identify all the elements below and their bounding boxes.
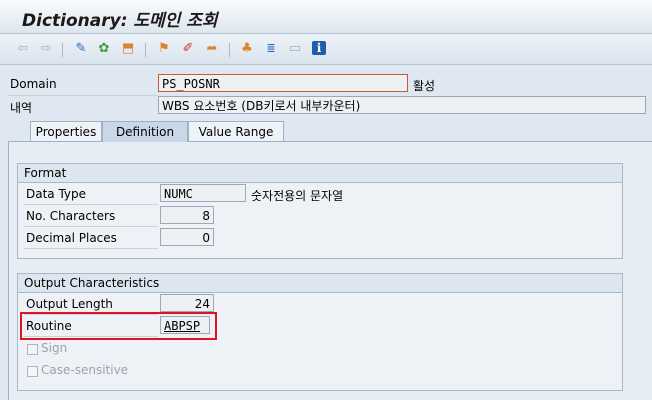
- row-divider: [24, 204, 158, 205]
- application-toolbar: ⇦ ⇨ ✎ ✿ ⬒ ⚑ ✐ ➦ ♣ ≣ ▭ i: [0, 34, 652, 65]
- hierarchy-icon[interactable]: ♣: [239, 41, 255, 57]
- sign-checkbox[interactable]: [27, 344, 38, 355]
- data-type-label: Data Type: [26, 187, 87, 201]
- case-sensitive-checkbox[interactable]: [27, 366, 38, 377]
- output-length-label: Output Length: [26, 297, 113, 311]
- object-list-icon[interactable]: ✐: [180, 41, 196, 57]
- toolbar-separator: [145, 43, 146, 57]
- no-characters-field[interactable]: 8: [160, 206, 214, 224]
- format-group-heading: Format: [18, 164, 622, 183]
- forward-arrow-icon[interactable]: ⇨: [38, 41, 54, 57]
- domain-label: Domain: [10, 77, 57, 91]
- no-characters-label: No. Characters: [26, 209, 116, 223]
- title-bar: Dictionary: 도메인 조회: [0, 0, 652, 34]
- toolbar-separator: [229, 43, 230, 57]
- row-divider: [8, 95, 158, 96]
- description-field[interactable]: WBS 요소번호 (DB키로서 내부카운터): [158, 96, 646, 114]
- data-type-description: 숫자전용의 문자열: [251, 189, 344, 203]
- decimal-places-label: Decimal Places: [26, 231, 117, 245]
- row-divider: [24, 226, 158, 227]
- status-text: 활성: [413, 79, 436, 93]
- tab-properties[interactable]: Properties: [30, 121, 102, 141]
- case-sensitive-label: Case-sensitive: [41, 363, 129, 377]
- description-label: 내역: [10, 101, 33, 115]
- window-title: Dictionary: 도메인 조회: [22, 11, 218, 31]
- tab-value-range[interactable]: Value Range: [188, 121, 284, 141]
- domain-field[interactable]: PS_POSNR: [158, 74, 408, 92]
- where-used-icon[interactable]: ⚑: [156, 41, 172, 57]
- routine-highlight-box: [20, 312, 217, 340]
- display-change-icon[interactable]: ✎: [73, 41, 89, 57]
- tab-definition[interactable]: Definition: [102, 121, 188, 142]
- other-object-icon[interactable]: ✿: [96, 41, 112, 57]
- toolbar-separator: [62, 43, 63, 57]
- row-divider: [24, 248, 158, 249]
- decimal-places-field[interactable]: 0: [160, 228, 214, 246]
- transport-icon[interactable]: ➦: [204, 41, 220, 57]
- info-icon[interactable]: i: [312, 41, 326, 55]
- data-type-field[interactable]: NUMC: [160, 184, 246, 202]
- sign-label: Sign: [41, 341, 68, 355]
- activate-icon[interactable]: ⬒: [120, 41, 136, 57]
- output-group-heading: Output Characteristics: [18, 274, 622, 293]
- output-length-field[interactable]: 24: [160, 294, 214, 312]
- layout-icon[interactable]: ▭: [287, 41, 303, 57]
- print-icon[interactable]: ≣: [263, 41, 279, 57]
- back-arrow-icon[interactable]: ⇦: [15, 41, 31, 57]
